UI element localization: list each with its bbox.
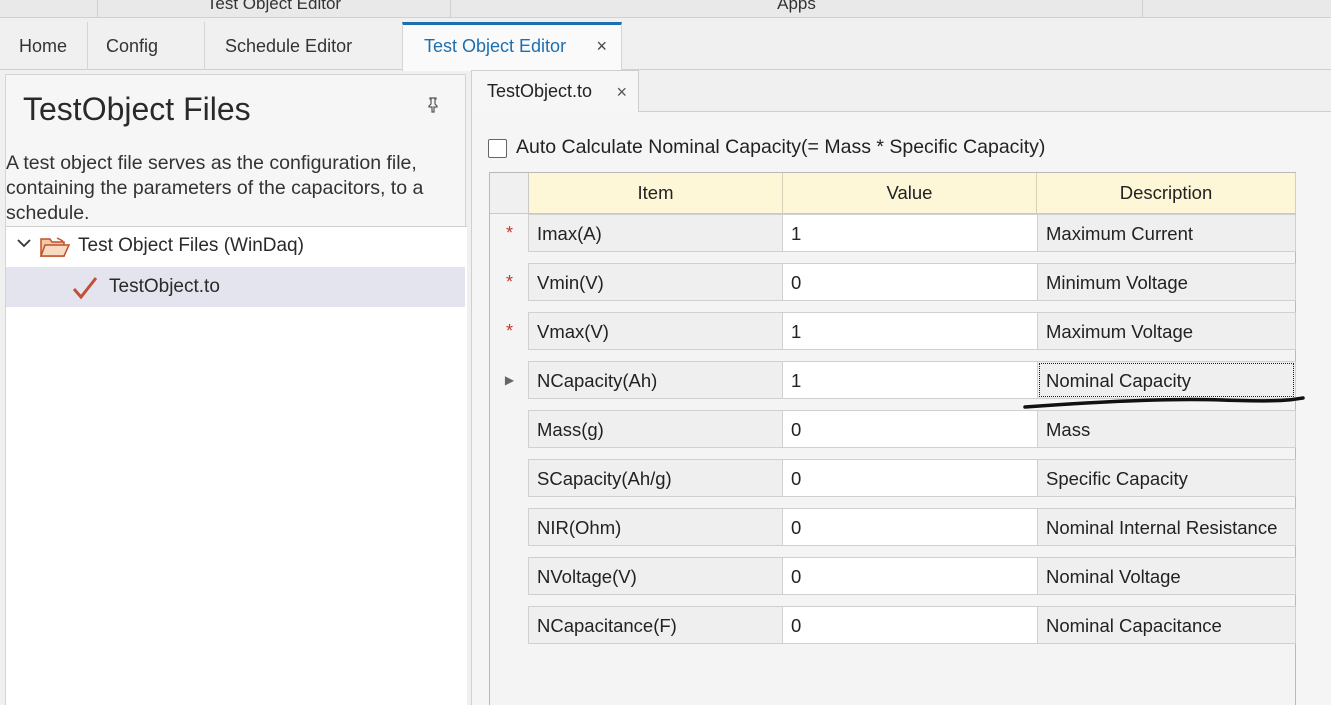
row-indicator <box>490 459 529 497</box>
tree-root-label: Test Object Files (WinDaq) <box>78 235 304 256</box>
tree-root-item[interactable]: Test Object Files (WinDaq) <box>6 227 465 265</box>
cell-item[interactable]: NIR(Ohm) <box>528 508 783 546</box>
open-folder-icon <box>39 236 71 258</box>
doc-tab-label: TestObject.to <box>487 81 593 101</box>
cell-item[interactable]: SCapacity(Ah/g) <box>528 459 783 497</box>
cell-item[interactable]: NCapacitance(F) <box>528 606 783 644</box>
auto-calc-checkbox[interactable] <box>488 139 507 158</box>
table-row[interactable]: Mass(g) 0 Mass <box>490 410 1296 448</box>
cell-description[interactable]: Nominal Internal Resistance <box>1037 508 1296 546</box>
column-header-description[interactable]: Description <box>1037 173 1296 214</box>
cell-value[interactable]: 0 <box>782 263 1038 301</box>
ribbon-group-bar: Test Object Editor Apps <box>0 0 1331 18</box>
cell-value[interactable]: 0 <box>782 459 1038 497</box>
row-indicator <box>490 508 529 546</box>
cell-item[interactable]: NVoltage(V) <box>528 557 783 595</box>
cell-item[interactable]: Vmax(V) <box>528 312 783 350</box>
tree-item-testobject[interactable]: TestObject.to <box>6 267 465 307</box>
hand-drawn-underline <box>1023 396 1305 409</box>
cell-item[interactable]: Vmin(V) <box>528 263 783 301</box>
table-row[interactable]: * Vmin(V) 0 Minimum Voltage <box>490 263 1296 301</box>
tab-home[interactable]: Home <box>0 22 88 70</box>
table-row[interactable]: * Imax(A) 1 Maximum Current <box>490 214 1296 252</box>
table-row[interactable]: SCapacity(Ah/g) 0 Specific Capacity <box>490 459 1296 497</box>
row-pointer-icon: ▶ <box>504 373 515 387</box>
tab-test-object-editor-label: Test Object Editor <box>424 36 567 56</box>
chevron-down-icon[interactable] <box>16 235 32 256</box>
cell-description[interactable]: Maximum Current <box>1037 214 1296 252</box>
ribbon-group-apps: Apps <box>451 0 1143 18</box>
cell-value[interactable]: 0 <box>782 508 1038 546</box>
table-row[interactable]: * Vmax(V) 1 Maximum Voltage <box>490 312 1296 350</box>
column-header-value[interactable]: Value <box>783 173 1037 214</box>
panel-title: TestObject Files <box>23 91 251 127</box>
required-icon: * <box>505 321 513 341</box>
table-row[interactable]: NVoltage(V) 0 Nominal Voltage <box>490 557 1296 595</box>
ribbon-group-test-object-editor: Test Object Editor <box>98 0 451 18</box>
cell-value[interactable]: 0 <box>782 606 1038 644</box>
checkmark-icon <box>72 276 98 300</box>
testobject-files-panel: TestObject Files A test object file serv… <box>5 74 467 705</box>
cell-description[interactable]: Nominal Capacitance <box>1037 606 1296 644</box>
close-icon[interactable]: × <box>616 82 627 103</box>
tab-test-object-editor[interactable]: Test Object Editor × <box>402 22 622 71</box>
pin-icon[interactable] <box>426 97 440 118</box>
cell-value[interactable]: 0 <box>782 410 1038 448</box>
grid-corner <box>490 173 529 214</box>
cell-value[interactable]: 1 <box>782 214 1038 252</box>
file-tree: Test Object Files (WinDaq) TestObject.to <box>6 226 467 705</box>
required-icon: * <box>505 272 513 292</box>
cell-description[interactable]: Maximum Voltage <box>1037 312 1296 350</box>
column-header-item[interactable]: Item <box>529 173 783 214</box>
cell-description[interactable]: Minimum Voltage <box>1037 263 1296 301</box>
cell-item[interactable]: NCapacity(Ah) <box>528 361 783 399</box>
required-icon: * <box>505 223 513 243</box>
cell-value[interactable]: 1 <box>782 312 1038 350</box>
doc-tab-testobject[interactable]: TestObject.to × <box>471 70 639 113</box>
cell-item[interactable]: Mass(g) <box>528 410 783 448</box>
tree-item-label: TestObject.to <box>109 276 220 297</box>
table-row[interactable]: NIR(Ohm) 0 Nominal Internal Resistance <box>490 508 1296 546</box>
close-icon[interactable]: × <box>596 25 607 67</box>
tab-schedule-editor[interactable]: Schedule Editor <box>205 22 402 70</box>
cell-description[interactable]: Specific Capacity <box>1037 459 1296 497</box>
tab-config[interactable]: Config <box>88 22 205 70</box>
parameter-grid: Item Value Description * Imax(A) 1 Maxim… <box>489 172 1296 705</box>
cell-item[interactable]: Imax(A) <box>528 214 783 252</box>
main-tab-bar: Home Config Schedule Editor Test Object … <box>0 22 1331 71</box>
row-indicator <box>490 557 529 595</box>
cell-description[interactable]: Nominal Voltage <box>1037 557 1296 595</box>
ribbon-group-left <box>0 0 98 18</box>
cell-value[interactable]: 0 <box>782 557 1038 595</box>
auto-calc-label[interactable]: Auto Calculate Nominal Capacity(= Mass *… <box>516 136 1045 159</box>
panel-description: A test object file serves as the configu… <box>6 152 424 224</box>
cell-value[interactable]: 1 <box>782 361 1038 399</box>
document-tab-bar: TestObject.to × <box>471 70 1331 113</box>
row-indicator <box>490 606 529 644</box>
row-indicator <box>490 410 529 448</box>
cell-description[interactable]: Mass <box>1037 410 1296 448</box>
table-row[interactable]: NCapacitance(F) 0 Nominal Capacitance <box>490 606 1296 644</box>
